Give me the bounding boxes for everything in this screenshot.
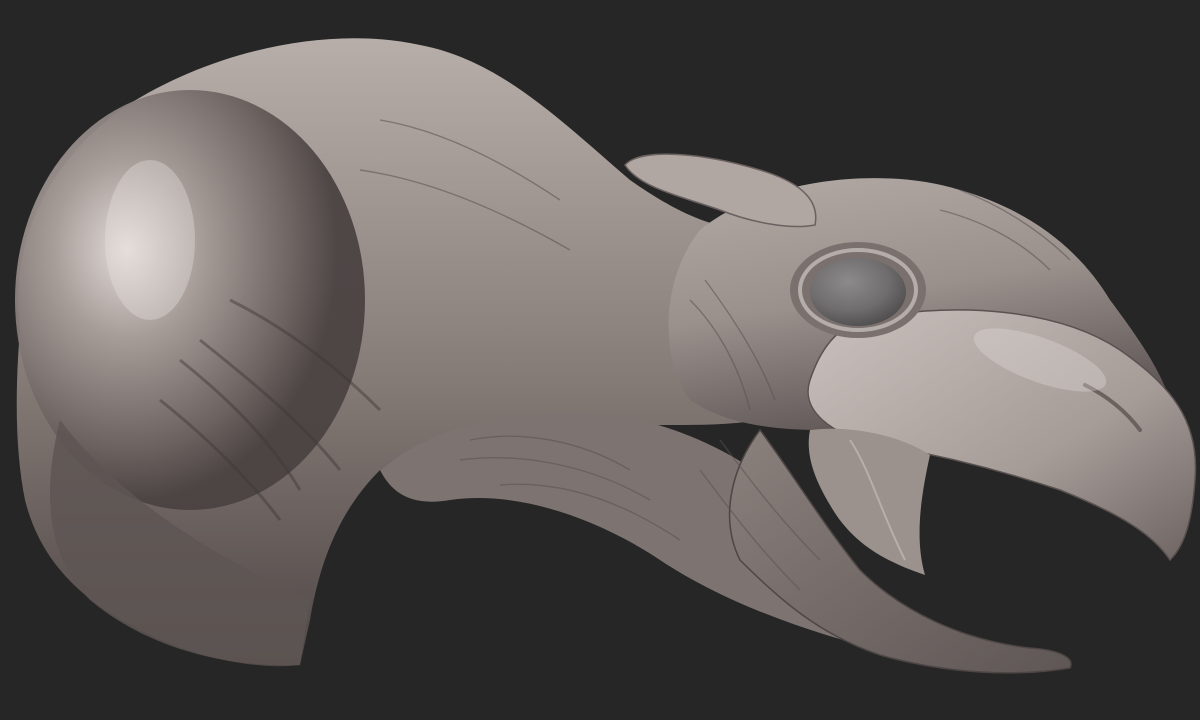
shoulder-highlight — [105, 160, 195, 320]
eyeball — [810, 258, 906, 326]
sculpt-render — [15, 38, 1197, 674]
viewport-canvas — [0, 0, 1200, 720]
